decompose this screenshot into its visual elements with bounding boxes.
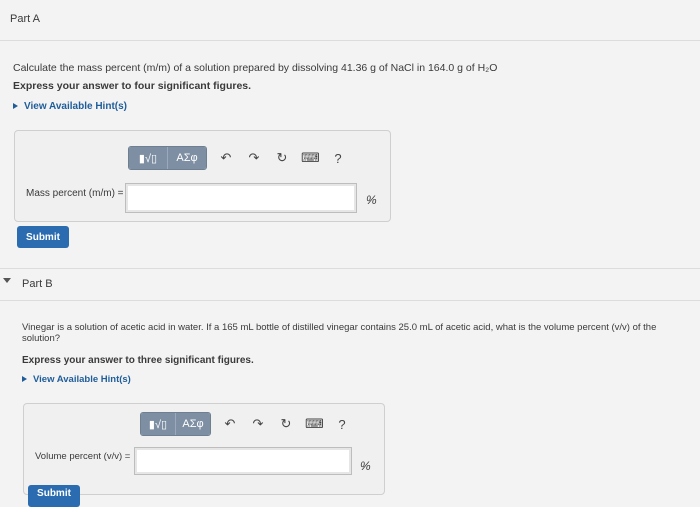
reset-icon[interactable]: ↻ — [277, 416, 295, 432]
divider — [0, 268, 700, 269]
part-b-answer-label: Volume percent (v/v) = — [35, 451, 131, 462]
part-b-hints-link[interactable]: View Available Hint(s) — [22, 374, 131, 385]
undo-icon[interactable]: ↶ — [221, 416, 239, 432]
part-a-hints-link[interactable]: View Available Hint(s) — [13, 101, 127, 112]
part-a-instruction: Express your answer to four significant … — [13, 80, 252, 92]
percent-unit: % — [366, 193, 377, 207]
volume-percent-input[interactable] — [134, 447, 352, 475]
caret-down-icon[interactable] — [3, 278, 11, 283]
part-b-title: Part B — [22, 278, 53, 290]
part-a-toolbar: ▮√▯ ΑΣφ ↶ ↷ ↻ ⌨ ? — [128, 146, 347, 170]
caret-right-icon — [22, 376, 27, 383]
keyboard-icon[interactable]: ⌨ — [301, 150, 320, 166]
hints-label: View Available Hint(s) — [24, 101, 127, 112]
math-tools: ▮√▯ ΑΣφ — [140, 412, 211, 436]
part-b-toolbar: ▮√▯ ΑΣφ ↶ ↷ ↻ ⌨ ? — [140, 412, 351, 436]
redo-icon[interactable]: ↷ — [249, 416, 267, 432]
keyboard-icon[interactable]: ⌨ — [305, 416, 324, 432]
part-a-question: Calculate the mass percent (m/m) of a so… — [13, 62, 498, 74]
part-b-question-line-1: Vinegar is a solution of acetic acid in … — [22, 322, 657, 333]
templates-button[interactable]: ▮√▯ — [141, 413, 175, 435]
greek-symbols-button[interactable]: ΑΣφ — [175, 413, 210, 435]
mass-percent-input[interactable] — [125, 183, 357, 213]
redo-icon[interactable]: ↷ — [245, 150, 263, 166]
part-a-title: Part A — [10, 13, 40, 25]
undo-icon[interactable]: ↶ — [217, 150, 235, 166]
divider — [0, 40, 700, 41]
part-a-answer-label: Mass percent (m/m) = — [26, 188, 124, 199]
divider — [0, 300, 700, 301]
help-icon[interactable]: ? — [333, 417, 351, 432]
templates-button[interactable]: ▮√▯ — [129, 147, 167, 169]
part-a-submit-button[interactable]: Submit — [17, 226, 69, 248]
part-b-instruction: Express your answer to three significant… — [22, 355, 254, 366]
reset-icon[interactable]: ↻ — [273, 150, 291, 166]
math-tools: ▮√▯ ΑΣφ — [128, 146, 207, 170]
part-b-question-line-2: solution? — [22, 333, 61, 344]
caret-right-icon — [13, 103, 18, 110]
hints-label: View Available Hint(s) — [33, 374, 131, 385]
part-b-submit-button[interactable]: Submit — [28, 485, 80, 507]
percent-unit: % — [360, 459, 371, 473]
greek-symbols-button[interactable]: ΑΣφ — [167, 147, 206, 169]
help-icon[interactable]: ? — [329, 151, 347, 166]
